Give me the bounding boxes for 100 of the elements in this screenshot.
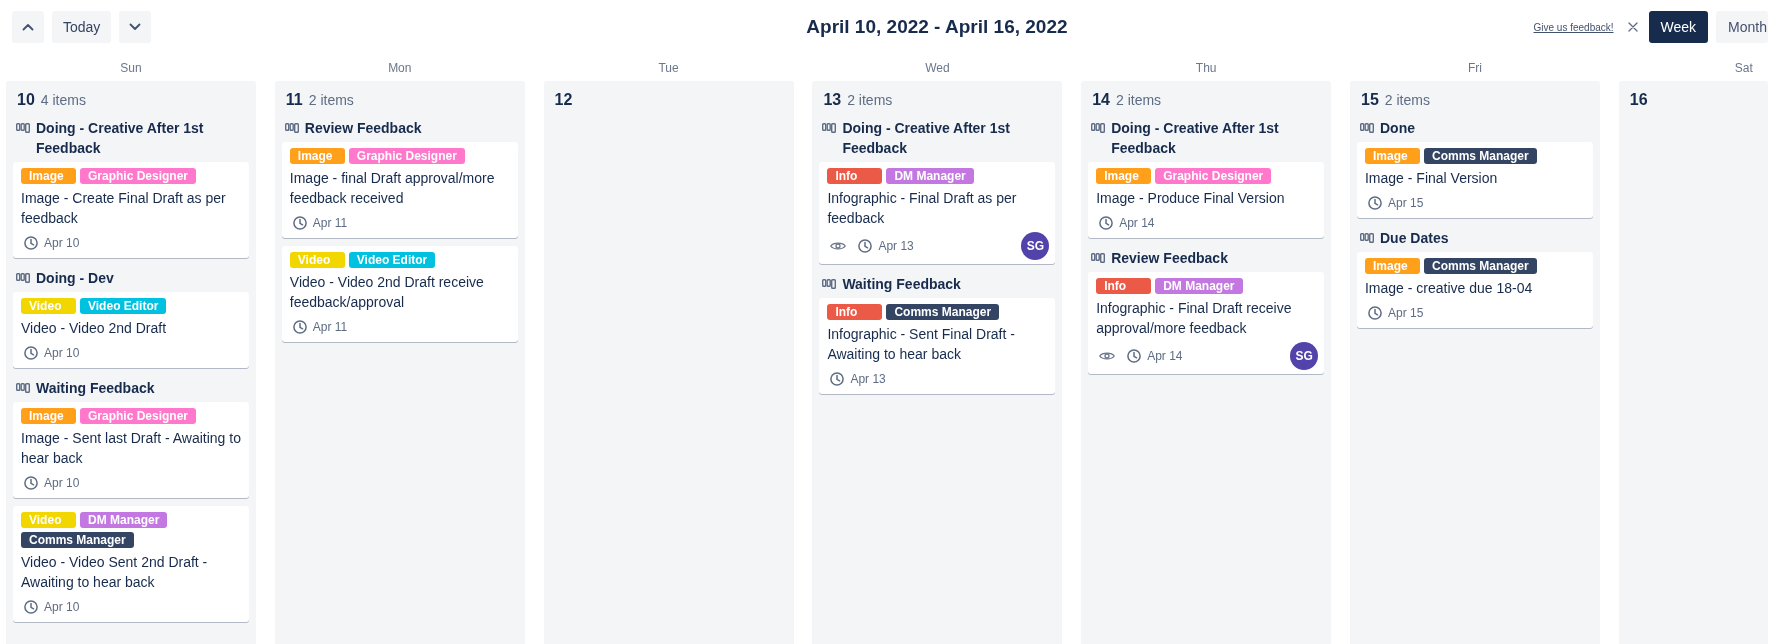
card-title: Image - Create Final Draft as per feedback <box>21 189 227 228</box>
clock-icon <box>1127 349 1142 363</box>
category-tag: Image <box>1365 148 1420 164</box>
weekday-label: Fri <box>1468 61 1482 75</box>
close-icon[interactable] <box>1627 22 1638 32</box>
status-heading: Review Feedback <box>304 119 423 138</box>
view-toggle-button[interactable]: Month <box>1716 11 1768 43</box>
day-number: 11 <box>285 90 303 110</box>
due-date: Apr 13 <box>878 239 914 253</box>
item-count: 4 items <box>40 91 86 110</box>
card-title: Image - Sent last Draft - Awaiting to hear back <box>21 429 241 468</box>
status-heading: Doing - Creative After 1st Feedback <box>1111 119 1280 158</box>
weekday-label: Wed <box>925 61 950 75</box>
clock-icon <box>24 236 38 250</box>
task-card[interactable]: Video Video Editor Video - Video 2nd Draft receive feedback/approval Apr 11 <box>281 246 518 342</box>
category-tag: Graphic Designer <box>80 168 197 184</box>
task-card[interactable]: Video DM Manager Comms Manager Video - Video Sent 2nd Draft - Awaiting to hear back Apr 10 <box>13 506 249 622</box>
clock-icon <box>24 346 38 360</box>
weekday-label: Thu <box>1195 61 1217 75</box>
status-heading: Waiting Feedback <box>36 379 156 398</box>
day-number: 14 <box>1092 90 1110 110</box>
previous-button[interactable] <box>12 11 44 43</box>
card-title: Image - Final Version <box>1365 169 1499 188</box>
category-tag: Info <box>827 168 883 184</box>
category-tag: Comms Manager <box>886 304 1000 320</box>
status-heading: Due Dates <box>1380 229 1450 248</box>
status-heading: Doing - Creative After 1st Feedback <box>36 119 205 158</box>
category-tag: Video <box>289 252 345 268</box>
next-button[interactable] <box>119 11 152 43</box>
due-date: Apr 10 <box>44 346 80 360</box>
item-count: 2 items <box>1384 91 1430 110</box>
due-date: Apr 10 <box>44 476 80 490</box>
weekday-label: Tue <box>658 61 679 75</box>
due-date: Apr 14 <box>1119 216 1155 230</box>
card-title: Image - final Draft approval/more feedback received <box>289 169 496 208</box>
day-number: 12 <box>554 90 573 110</box>
chevron-up-icon[interactable] <box>22 23 34 31</box>
feedback-link[interactable]: Give us feedback! <box>1533 21 1614 33</box>
category-tag: Comms Manager <box>1424 258 1537 274</box>
item-count: 2 items <box>847 91 893 110</box>
category-tag: Info <box>1096 278 1152 294</box>
assignee-avatar: SG <box>1021 232 1050 260</box>
item-count: 2 items <box>1116 91 1162 110</box>
clock-icon <box>292 320 307 334</box>
view-toggle-button[interactable]: Week <box>1648 11 1709 43</box>
task-card[interactable]: Image Comms Manager Image - creative due 18-04 Apr 15 <box>1357 252 1593 328</box>
date-range-title: April 10, 2022 - April 16, 2022 <box>806 16 1068 37</box>
category-tag: Image <box>21 168 76 184</box>
status-heading: Doing - Dev <box>36 269 115 288</box>
due-date: Apr 14 <box>1147 349 1183 363</box>
status-heading: Done <box>1380 119 1416 138</box>
category-tag: Video Editor <box>80 298 167 314</box>
due-date: Apr 10 <box>44 236 80 250</box>
status-heading: Waiting Feedback <box>842 275 962 294</box>
item-count: 2 items <box>308 91 354 110</box>
category-tag: Comms Manager <box>1424 148 1537 164</box>
category-tag: Comms Manager <box>21 532 134 548</box>
task-card[interactable]: Image Graphic Designer Image - final Draft approval/more feedback received Apr 11 <box>281 142 518 238</box>
columns-icon <box>16 273 30 283</box>
clock-icon <box>1368 306 1382 320</box>
due-date: Apr 10 <box>44 600 80 614</box>
task-card[interactable]: Info Comms Manager Infographic - Sent Final Draft - Awaiting to hear back Apr 13 <box>819 298 1056 394</box>
day-number: 15 <box>1361 90 1379 110</box>
task-card[interactable]: Info DM Manager Infographic - Final Draft as per feedback Apr 13 SG <box>819 162 1056 264</box>
columns-icon <box>1360 233 1374 243</box>
category-tag: Video Editor <box>348 252 436 268</box>
weekday-label: Sat <box>1734 60 1753 76</box>
category-tag: Graphic Designer <box>80 408 197 424</box>
due-date: Apr 11 <box>312 320 348 334</box>
card-title: Infographic - Sent Final Draft - Awaiting to hear back <box>827 325 1016 364</box>
day-number: 10 <box>17 90 35 110</box>
category-tag: Info <box>827 304 883 320</box>
category-tag: Image <box>289 148 345 164</box>
columns-icon <box>822 123 837 133</box>
category-tag: DM Manager <box>80 512 168 528</box>
task-card[interactable]: Image Graphic Designer Image - Create Final Draft as per feedback Apr 10 <box>13 162 249 258</box>
task-card[interactable]: Image Comms Manager Image - Final Version Apr 15 <box>1357 142 1593 218</box>
card-title: Image - Produce Final Version <box>1096 189 1286 208</box>
category-tag: DM Manager <box>886 168 974 184</box>
card-title: Video - Video 2nd Draft receive feedback/approval <box>289 273 485 312</box>
task-card[interactable]: Image Graphic Designer Image - Sent last Draft - Awaiting to hear back Apr 10 <box>13 402 249 498</box>
chevron-down-icon[interactable] <box>129 23 142 31</box>
columns-icon <box>16 123 30 133</box>
task-card[interactable]: Image Graphic Designer Image - Produce Final Version Apr 14 <box>1088 162 1325 238</box>
status-heading: Doing - Creative After 1st Feedback <box>842 119 1011 158</box>
assignee-avatar: SG <box>1290 342 1319 370</box>
category-tag: Image <box>21 408 76 424</box>
due-date: Apr 15 <box>1388 306 1424 320</box>
clock-icon <box>1099 216 1114 230</box>
columns-icon <box>1091 123 1106 133</box>
task-card[interactable]: Video Video Editor Video - Video 2nd Draft Apr 10 <box>13 292 249 368</box>
category-tag: Video <box>21 298 76 314</box>
clock-icon <box>830 372 845 386</box>
task-card[interactable]: Info DM Manager Infographic - Final Draft receive approval/more feedback Apr 14 SG <box>1088 272 1325 374</box>
today-button[interactable]: Today <box>52 11 112 43</box>
clock-icon <box>858 239 873 253</box>
clock-icon <box>24 600 38 614</box>
category-tag: Image <box>1096 168 1152 184</box>
day-number: 13 <box>823 90 842 110</box>
category-tag: Image <box>1365 258 1420 274</box>
